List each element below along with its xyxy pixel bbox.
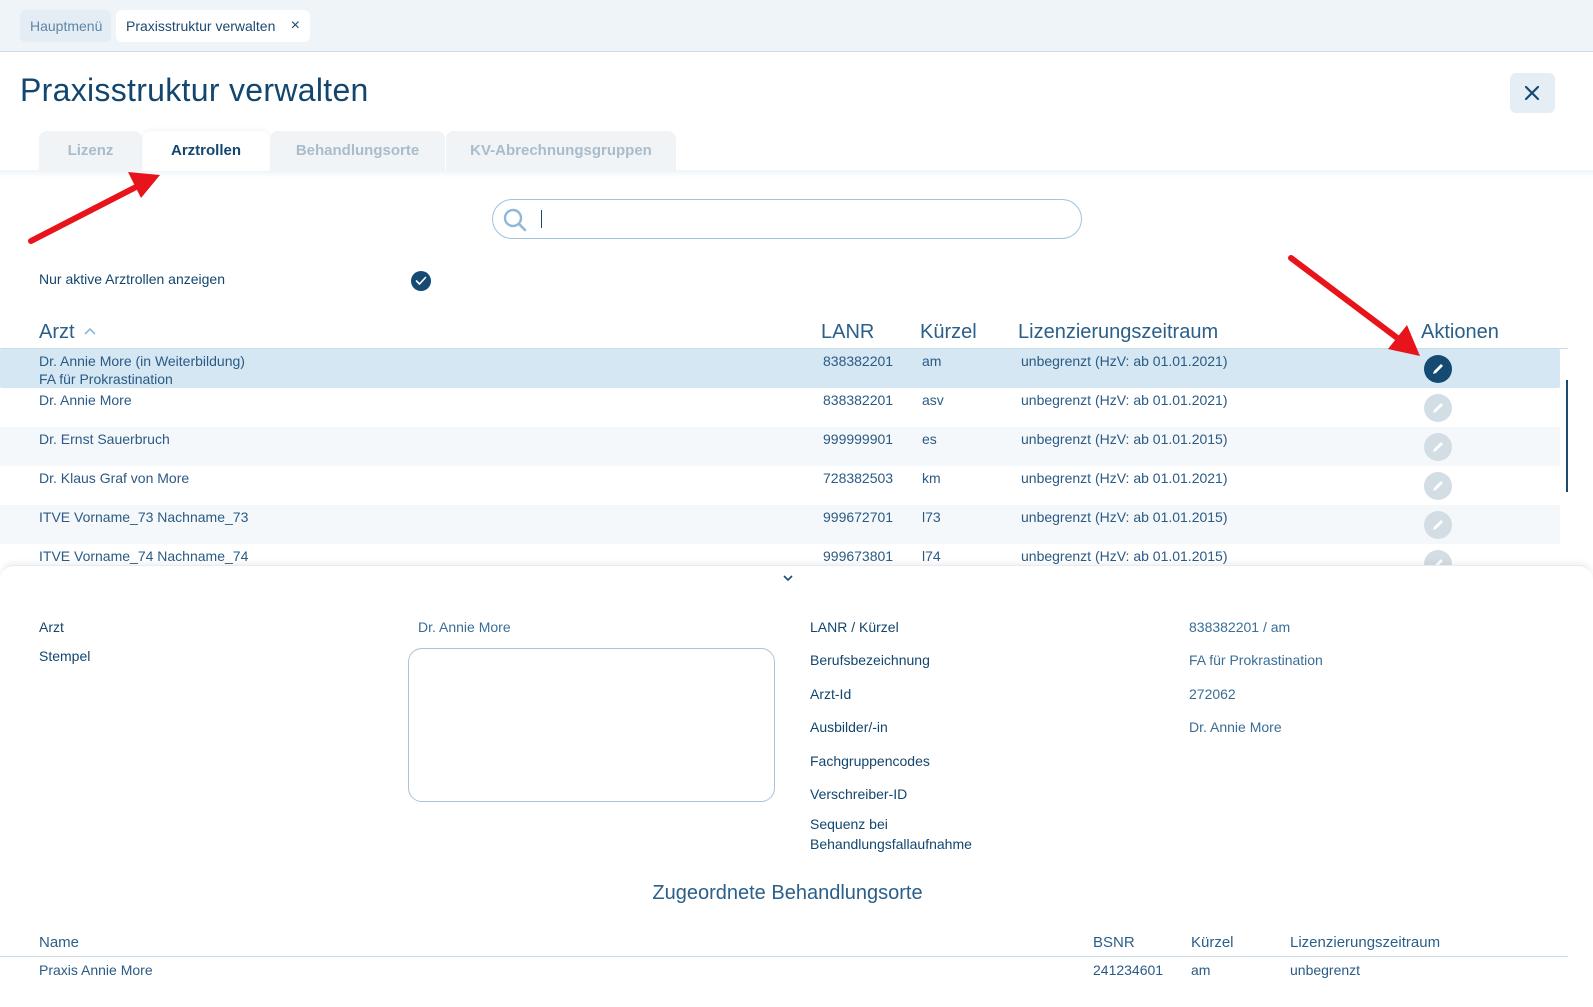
- cell-kuerzel: l73: [922, 509, 941, 525]
- cell-kuerzel: am: [922, 353, 942, 369]
- filter-active-label: Nur aktive Arztrollen anzeigen: [39, 271, 225, 287]
- edit-button[interactable]: [1424, 472, 1452, 500]
- page-title: Praxisstruktur verwalten: [20, 72, 369, 108]
- cell-lanr: 728382503: [823, 470, 894, 486]
- detail-label-verschreiber-id: Verschreiber-ID: [810, 786, 908, 802]
- bo-header-name[interactable]: Name: [39, 934, 79, 951]
- table-row[interactable]: Dr. Annie More (in Weiterbildung) FA für…: [0, 349, 1560, 388]
- tab-kv-abrechnungsgruppen[interactable]: KV-Abrechnungsgruppen: [446, 131, 676, 171]
- section-title-behandlungsorte: Zugeordnete Behandlungsorte: [652, 882, 923, 904]
- tab-lizenz[interactable]: Lizenz: [39, 131, 142, 171]
- tabs-underline: [0, 170, 1593, 178]
- search-icon: [503, 208, 527, 232]
- pencil-icon: [1433, 520, 1443, 530]
- chevron-down-icon[interactable]: [782, 573, 794, 583]
- column-header-arzt[interactable]: Arzt: [39, 321, 96, 344]
- check-icon: [415, 276, 427, 285]
- cell-kuerzel: asv: [922, 392, 944, 408]
- pencil-icon: [1433, 442, 1443, 452]
- detail-label-arzt: Arzt: [39, 619, 64, 635]
- detail-label-beruf: Berufsbezeichnung: [810, 652, 930, 668]
- column-header-aktionen: Aktionen: [1421, 321, 1499, 343]
- detail-value-ausbilder: Dr. Annie More: [1189, 719, 1282, 735]
- bo-header-bsnr[interactable]: BSNR: [1093, 934, 1135, 951]
- cell-lanr: 999672701: [823, 509, 894, 525]
- detail-label-sequenz-line2: Behandlungsfallaufnahme: [810, 836, 972, 852]
- cell-kuerzel: km: [922, 470, 941, 486]
- cell-lanr: 838382201: [823, 353, 894, 369]
- red-arrow-edit: [1288, 255, 1420, 356]
- cell-kuerzel: es: [922, 431, 937, 447]
- cell-zeitraum: unbegrenzt (HzV: ab 01.01.2015): [1021, 431, 1228, 447]
- table-row[interactable]: Dr. Ernst Sauerbruch 999999901 es unbegr…: [0, 427, 1560, 466]
- text-caret: [541, 210, 542, 228]
- sort-ascending-icon[interactable]: [84, 327, 96, 335]
- detail-label-lanr: LANR / Kürzel: [810, 619, 899, 635]
- cell-arzt: Dr. Annie More: [39, 392, 132, 408]
- close-tab-icon[interactable]: ×: [291, 10, 300, 42]
- detail-value-lanr: 838382201 / am: [1189, 619, 1291, 635]
- pencil-icon: [1433, 364, 1443, 374]
- cell-zeitraum: unbegrenzt (HzV: ab 01.01.2015): [1021, 548, 1228, 564]
- stempel-field[interactable]: [408, 648, 775, 802]
- cell-arzt: Dr. Ernst Sauerbruch: [39, 431, 170, 447]
- cell-arzt: ITVE Vorname_73 Nachname_73: [39, 509, 249, 525]
- bo-cell-zeitraum: unbegrenzt: [1290, 962, 1361, 978]
- cell-lanr: 838382201: [823, 392, 894, 408]
- bo-header-divider: [0, 956, 1568, 957]
- column-header-kuerzel[interactable]: Kürzel: [920, 321, 977, 344]
- cell-zeitraum: unbegrenzt (HzV: ab 01.01.2021): [1021, 392, 1228, 408]
- pencil-icon: [1433, 481, 1443, 491]
- detail-label-fachgruppencodes: Fachgruppencodes: [810, 753, 930, 769]
- close-icon: [1524, 85, 1540, 101]
- table-row[interactable]: ITVE Vorname_73 Nachname_73 999672701 l7…: [0, 505, 1560, 544]
- detail-label-ausbilder: Ausbilder/-in: [810, 719, 888, 735]
- cell-kuerzel: l74: [922, 548, 941, 564]
- bo-cell-bsnr: 241234601: [1093, 962, 1164, 978]
- column-header-zeitraum[interactable]: Lizenzierungszeitraum: [1018, 321, 1218, 344]
- search-input[interactable]: [537, 206, 1061, 234]
- cell-arzt: Dr. Klaus Graf von More: [39, 470, 190, 486]
- top-tab-label: Praxisstruktur verwalten: [126, 18, 276, 34]
- detail-value-arzt-id: 272062: [1189, 686, 1236, 702]
- detail-label-arzt-id: Arzt-Id: [810, 686, 852, 702]
- edit-button[interactable]: [1424, 394, 1452, 422]
- edit-button[interactable]: [1424, 511, 1452, 539]
- tab-behandlungsorte[interactable]: Behandlungsorte: [270, 131, 445, 171]
- column-header-lanr[interactable]: LANR: [821, 321, 874, 344]
- filter-active-checkbox[interactable]: [411, 271, 431, 291]
- table-scrollbar[interactable]: [1566, 380, 1568, 492]
- table-row[interactable]: Dr. Annie More 838382201 asv unbegrenzt …: [0, 388, 1560, 427]
- edit-button[interactable]: [1424, 355, 1452, 383]
- edit-button[interactable]: [1424, 433, 1452, 461]
- column-header-arzt-label: Arzt: [39, 321, 75, 343]
- cell-arzt-subtitle: FA für Prokrastination: [39, 371, 173, 387]
- cell-zeitraum: unbegrenzt (HzV: ab 01.01.2021): [1021, 470, 1228, 486]
- search-box: [492, 199, 1082, 239]
- pencil-icon: [1433, 403, 1443, 413]
- cell-zeitraum: unbegrenzt (HzV: ab 01.01.2021): [1021, 353, 1228, 369]
- close-button[interactable]: [1510, 73, 1555, 113]
- tab-arztrollen[interactable]: Arztrollen: [143, 131, 269, 171]
- cell-arzt: Dr. Annie More (in Weiterbildung): [39, 353, 245, 369]
- detail-value-arzt: Dr. Annie More: [418, 619, 511, 635]
- bo-header-zeitraum[interactable]: Lizenzierungszeitraum: [1290, 934, 1440, 951]
- cell-arzt: ITVE Vorname_74 Nachname_74: [39, 548, 249, 564]
- bo-header-kuerzel[interactable]: Kürzel: [1191, 934, 1234, 951]
- red-arrow-tab: [28, 172, 160, 244]
- bo-cell-kuerzel: am: [1191, 962, 1211, 978]
- cell-lanr: 999999901: [823, 431, 894, 447]
- top-tab-hauptmenu[interactable]: Hauptmenü: [20, 10, 111, 42]
- detail-label-sequenz: Sequenz bei: [810, 816, 888, 832]
- top-tab-praxisstruktur[interactable]: Praxisstruktur verwalten ×: [116, 10, 310, 42]
- table-row[interactable]: Dr. Klaus Graf von More 728382503 km unb…: [0, 466, 1560, 505]
- bo-cell-name: Praxis Annie More: [39, 962, 153, 978]
- cell-zeitraum: unbegrenzt (HzV: ab 01.01.2015): [1021, 509, 1228, 525]
- cell-lanr: 999673801: [823, 548, 894, 564]
- detail-label-stempel: Stempel: [39, 648, 91, 664]
- detail-value-beruf: FA für Prokrastination: [1189, 652, 1323, 668]
